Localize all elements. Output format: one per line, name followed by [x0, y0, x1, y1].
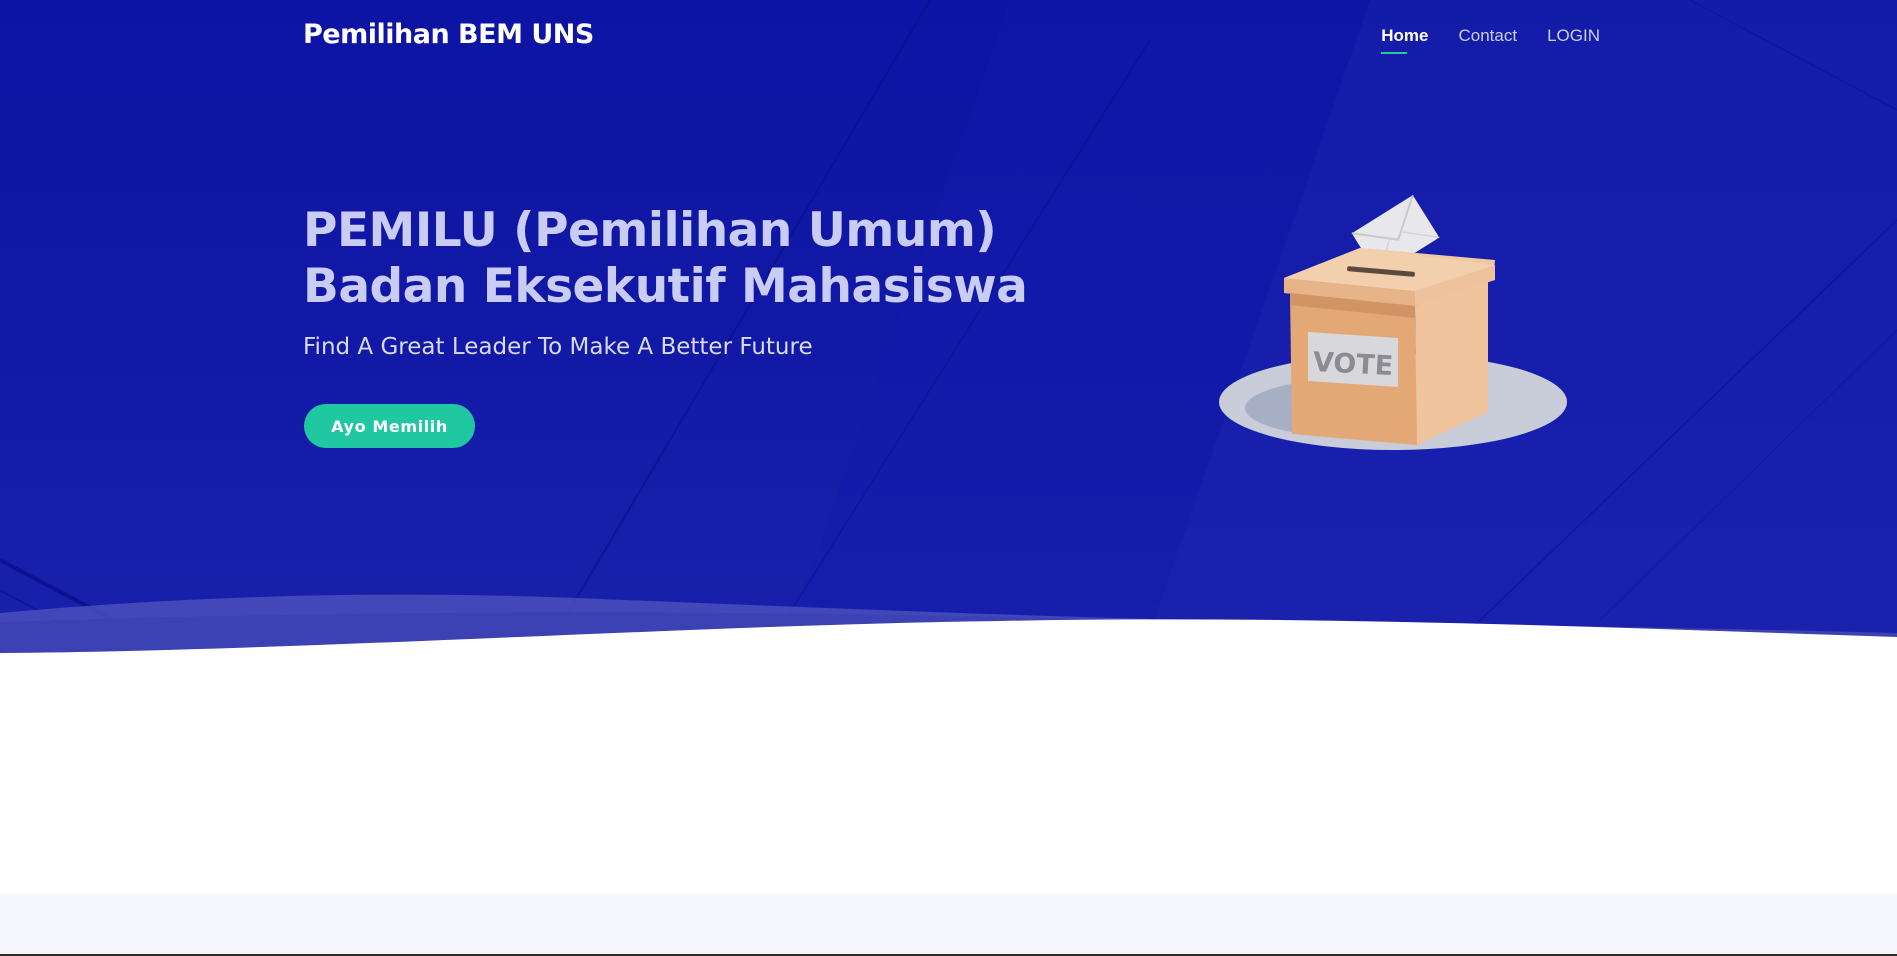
nav-menu: Home Contact LOGIN — [1381, 26, 1600, 54]
hero-title-line-1: PEMILU (Pemilihan Umum) — [303, 203, 997, 258]
hero-section: Pemilihan BEM UNS Home Contact LOGIN PEM… — [0, 0, 1897, 660]
nav-item-login: LOGIN — [1547, 26, 1600, 54]
hero-title-line-2: Badan Eksekutif Mahasiswa — [303, 259, 1028, 314]
nav-item-contact: Contact — [1459, 26, 1518, 54]
hero-title: PEMILU (Pemilihan Umum) Badan Eksekutif … — [303, 203, 1103, 315]
ballot-box-label: VOTE — [1312, 347, 1394, 382]
brand-logo-text[interactable]: Pemilihan BEM UNS — [303, 19, 594, 50]
nav-link-login[interactable]: LOGIN — [1547, 26, 1600, 54]
hero-subtitle: Find A Great Leader To Make A Better Fut… — [303, 334, 813, 360]
nav-link-contact[interactable]: Contact — [1459, 26, 1518, 54]
nav-item-home: Home — [1381, 26, 1429, 54]
nav-link-home[interactable]: Home — [1381, 26, 1429, 54]
next-section-band — [0, 894, 1897, 956]
navbar: Pemilihan BEM UNS Home Contact LOGIN — [0, 0, 1897, 76]
vote-now-button[interactable]: Ayo Memilih — [304, 404, 475, 448]
ballot-box-icon: VOTE — [1219, 194, 1567, 450]
hero-background-lines — [0, 0, 1897, 660]
hero-wave-divider — [0, 594, 1897, 660]
